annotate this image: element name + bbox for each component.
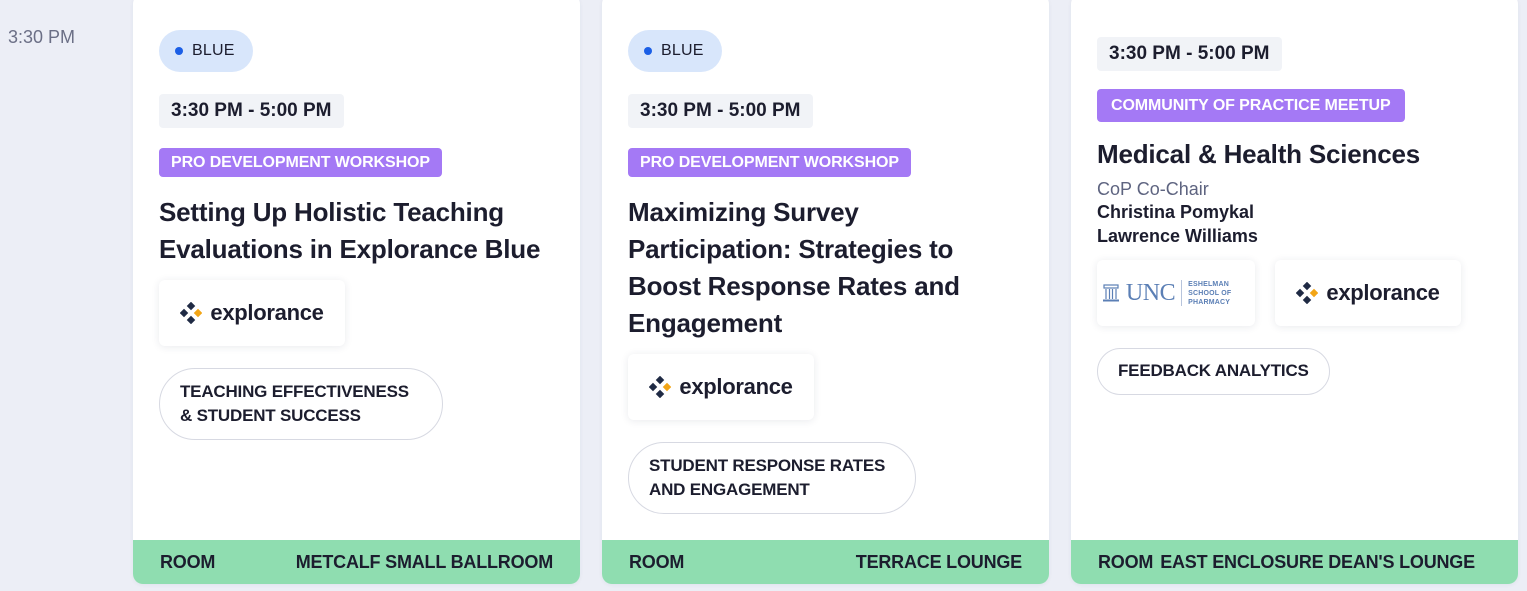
topic-label: FEEDBACK ANALYTICS [1118,361,1309,380]
session-type-tag: PRO DEVELOPMENT WORKSHOP [159,148,442,177]
session-card[interactable]: BLUE 3:30 PM - 5:00 PM PRO DEVELOPMENT W… [602,0,1049,584]
room-label: ROOM [160,551,216,572]
session-time: 3:30 PM - 5:00 PM [1097,37,1282,71]
speaker-name[interactable]: Lawrence Williams [1097,224,1498,248]
room-label: ROOM [629,551,685,572]
session-title[interactable]: Medical & Health Sciences [1097,136,1498,173]
session-time: 3:30 PM - 5:00 PM [628,94,813,128]
session-card[interactable]: BLUE 3:30 PM - 5:00 PM PRO DEVELOPMENT W… [133,0,580,584]
track-dot-icon [175,47,183,55]
room-bar: ROOM TERRACE LOUNGE [602,540,1049,584]
unc-logo-subtext: ESHELMAN SCHOOL OF PHARMACY [1188,280,1232,306]
track-label: BLUE [192,42,235,59]
sponsor-name: explorance [679,374,793,399]
unc-logo: UNC ESHELMAN SCHOOL OF PHARMACY [1097,260,1255,326]
sponsor-logo: explorance [628,354,814,420]
topic-label: TEACHING EFFECTIVENESS & STUDENT SUCCESS [180,382,409,425]
explorance-logo-icon [1296,282,1319,304]
speaker-role: CoP Co-Chair [1097,179,1209,199]
room-name: TERRACE LOUNGE [855,551,1022,572]
speaker-name[interactable]: Christina Pomykal [1097,200,1498,224]
session-type-tag: COMMUNITY OF PRACTICE MEETUP [1097,89,1405,122]
track-dot-icon [644,47,652,55]
unc-logo-text: UNC [1125,279,1176,306]
track-badge[interactable]: BLUE [628,30,722,72]
sponsor-name: explorance [210,300,324,325]
room-bar: ROOM METCALF SMALL BALLROOM [133,540,580,584]
track-label: BLUE [661,42,704,59]
topic-pill[interactable]: STUDENT RESPONSE RATES AND ENGAGEMENT [628,442,916,514]
explorance-logo-icon [649,376,672,398]
room-name: EAST ENCLOSURE DEAN'S LOUNGE [1160,551,1475,572]
session-title[interactable]: Maximizing Survey Participation: Strateg… [628,194,993,342]
room-name: METCALF SMALL BALLROOM [295,551,553,572]
track-badge[interactable]: BLUE [159,30,253,72]
sponsor-name: explorance [1326,280,1440,305]
session-time: 3:30 PM - 5:00 PM [159,94,344,128]
unc-building-icon [1102,284,1119,302]
topic-pill[interactable]: TEACHING EFFECTIVENESS & STUDENT SUCCESS [159,368,443,440]
topic-label: STUDENT RESPONSE RATES AND ENGAGEMENT [649,456,886,499]
explorance-logo-icon [180,302,203,324]
sponsor-logo: explorance [159,280,345,346]
room-label: ROOM [1098,551,1154,572]
sponsor-logo: explorance [1275,260,1461,326]
topic-pill[interactable]: FEEDBACK ANALYTICS [1097,348,1330,395]
session-title[interactable]: Setting Up Holistic Teaching Evaluations… [159,194,560,268]
session-card[interactable]: 3:30 PM - 5:00 PM COMMUNITY OF PRACTICE … [1071,0,1518,584]
time-slot-label: 3:30 PM [8,27,76,47]
session-type-tag: PRO DEVELOPMENT WORKSHOP [628,148,911,177]
room-bar: ROOM EAST ENCLOSURE DEAN'S LOUNGE [1071,540,1518,584]
